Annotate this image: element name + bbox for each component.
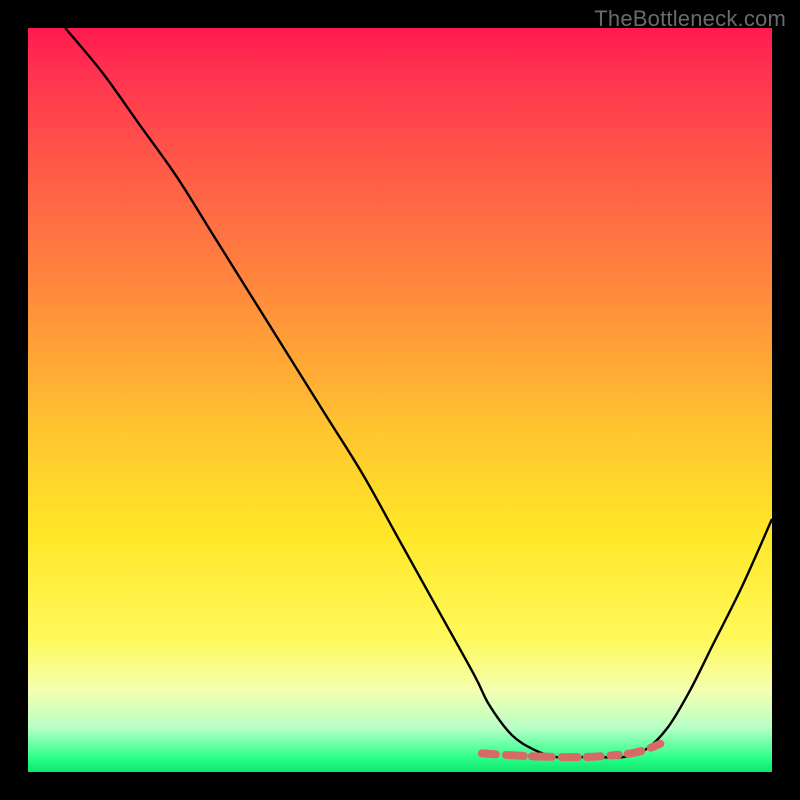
watermark-text: TheBottleneck.com [594,6,786,32]
optimal-markers [482,744,661,757]
bottleneck-curve [65,28,772,758]
chart-svg [28,28,772,772]
chart-frame [28,28,772,772]
